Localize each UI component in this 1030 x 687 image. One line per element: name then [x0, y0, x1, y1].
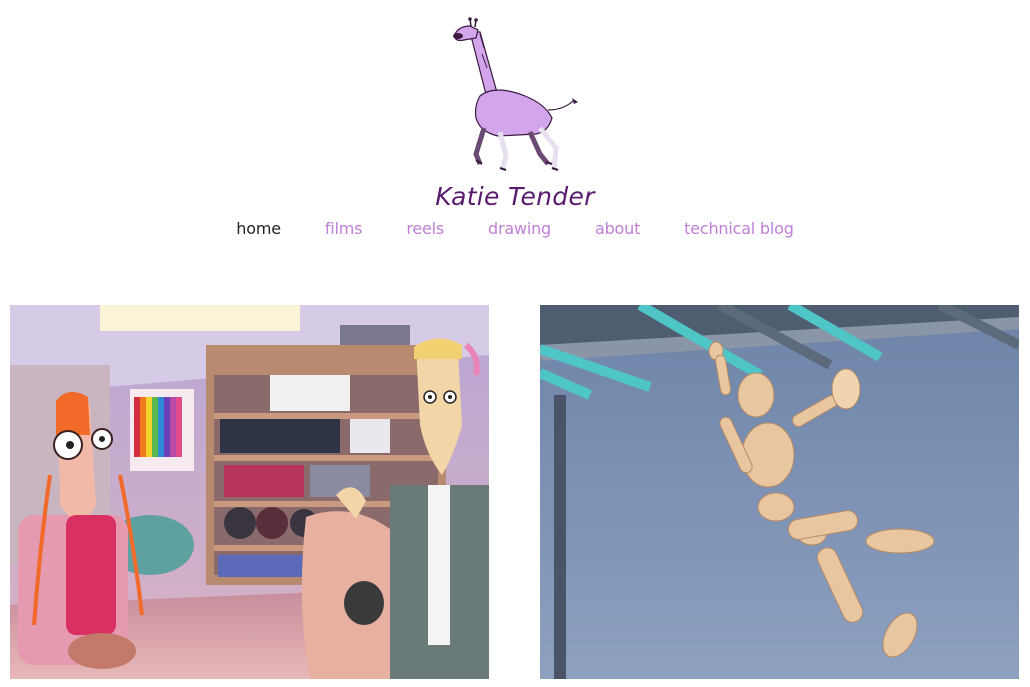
- nav-item-reels[interactable]: reels: [406, 219, 444, 238]
- nav-item-drawing[interactable]: drawing: [488, 219, 551, 238]
- site-title[interactable]: Katie Tender: [0, 182, 1030, 211]
- nav-item-technical-blog[interactable]: technical blog: [684, 219, 794, 238]
- main-nav: home films reels drawing about technical…: [0, 219, 1030, 238]
- wooden-mannequin-monkey-bars-thumbnail[interactable]: [540, 305, 1019, 679]
- nav-item-about[interactable]: about: [595, 219, 640, 238]
- page: Katie Tender home films reels drawing ab…: [0, 0, 1030, 687]
- nav-item-films[interactable]: films: [325, 219, 363, 238]
- giraffe-logo-icon[interactable]: [440, 14, 590, 184]
- classroom-scene-thumbnail[interactable]: [10, 305, 489, 679]
- nav-item-home[interactable]: home: [236, 219, 281, 238]
